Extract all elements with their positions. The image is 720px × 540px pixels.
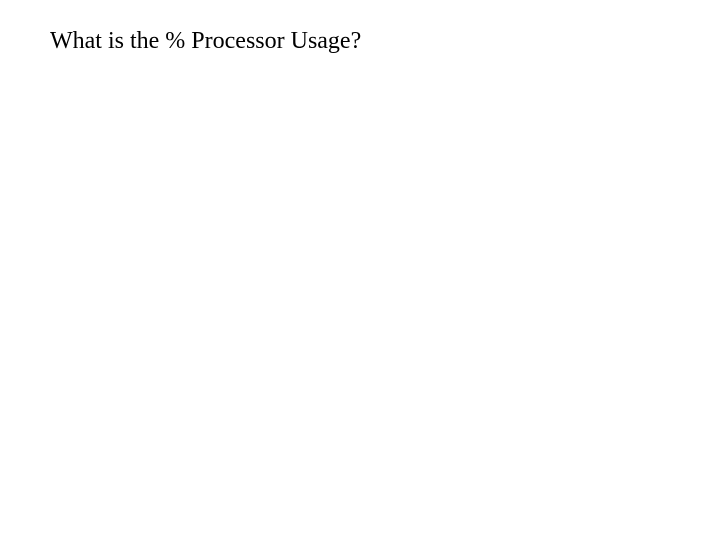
question-text: What is the % Processor Usage? xyxy=(50,28,720,55)
